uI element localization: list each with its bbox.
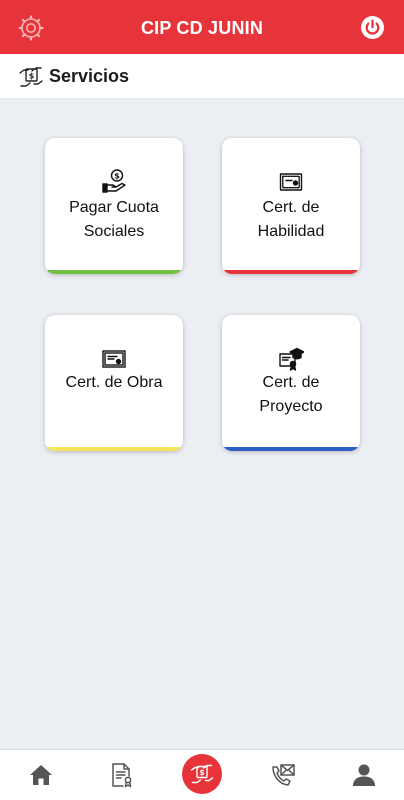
diploma-icon bbox=[101, 346, 127, 372]
card-accent-bar bbox=[222, 447, 360, 451]
card-accent-bar bbox=[45, 447, 183, 451]
card-label-line1: Cert. de bbox=[262, 199, 320, 216]
ability-certificate-card[interactable]: Cert. de Habilidad bbox=[222, 138, 360, 274]
hand-money-icon: $ bbox=[190, 764, 214, 784]
app-title: CIP CD JUNIN bbox=[140, 18, 264, 38]
hand-money-icon: $ bbox=[18, 64, 44, 90]
card-accent-bar bbox=[45, 270, 183, 274]
card-label-line1: Cert. de Obra bbox=[65, 374, 163, 391]
card-label-line2: Proyecto bbox=[259, 398, 323, 415]
user-icon[interactable] bbox=[351, 762, 377, 788]
svg-text:$: $ bbox=[29, 72, 35, 81]
graduation-certificate-icon bbox=[278, 345, 305, 371]
pay-dues-card[interactable]: $ Pagar Cuota Sociales bbox=[45, 138, 183, 274]
power-icon[interactable] bbox=[360, 15, 385, 40]
hand-coin-icon: $ bbox=[101, 168, 127, 194]
project-certificate-card[interactable]: Cert. de Proyecto bbox=[222, 315, 360, 451]
section-header: $ Servicios bbox=[0, 54, 404, 99]
services-nav-button[interactable]: $ bbox=[182, 754, 222, 794]
card-label-line1: Cert. de bbox=[262, 374, 320, 391]
work-certificate-card[interactable]: Cert. de Obra bbox=[45, 315, 183, 451]
card-label-line2: Habilidad bbox=[257, 223, 325, 240]
card-label-line2: Sociales bbox=[83, 223, 145, 240]
card-accent-bar bbox=[222, 270, 360, 274]
svg-text:$: $ bbox=[114, 172, 120, 181]
card-label-line1: Pagar Cuota bbox=[69, 199, 159, 216]
bottom-navigation: $ bbox=[0, 749, 404, 800]
certificate-icon bbox=[278, 169, 304, 195]
document-icon[interactable] bbox=[109, 762, 135, 788]
app-header: CIP CD JUNIN bbox=[0, 0, 404, 54]
svg-text:$: $ bbox=[199, 768, 204, 777]
phone-mail-icon[interactable] bbox=[270, 762, 296, 788]
section-title: Servicios bbox=[49, 66, 130, 86]
home-icon[interactable] bbox=[28, 762, 54, 788]
